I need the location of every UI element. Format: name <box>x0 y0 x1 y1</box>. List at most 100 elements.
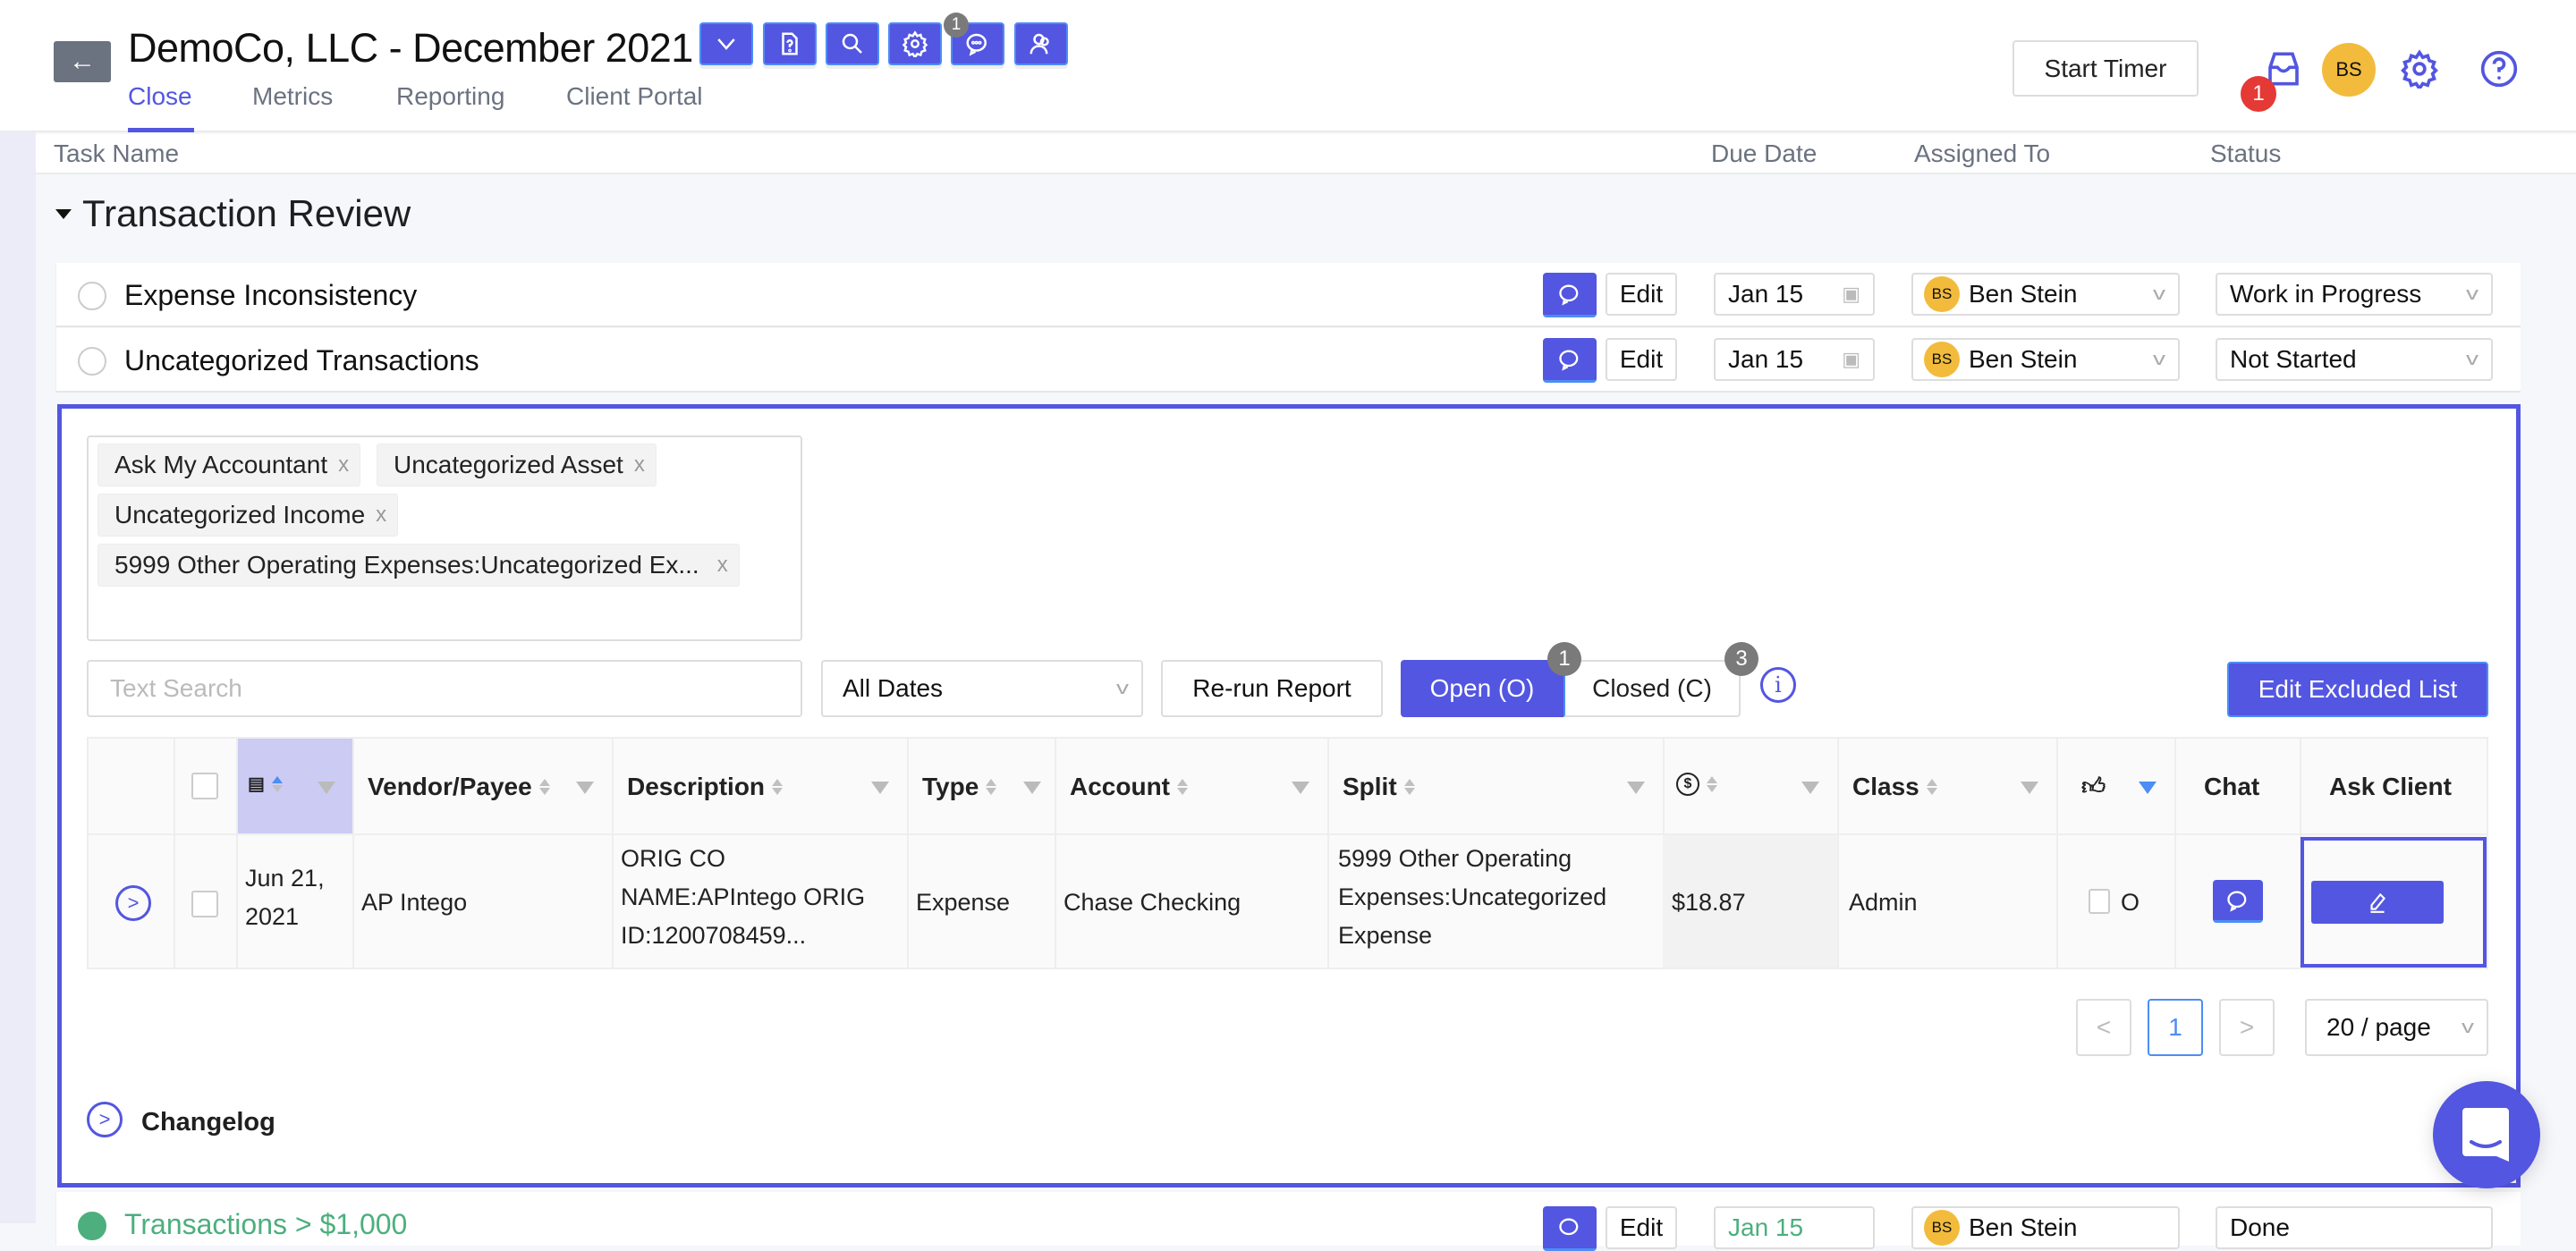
next-page-button[interactable]: > <box>2219 999 2275 1056</box>
prev-page-button[interactable]: < <box>2076 999 2131 1056</box>
back-button[interactable]: ← <box>54 41 111 82</box>
tab-client-portal[interactable]: Client Portal <box>566 82 703 111</box>
assignee-select[interactable]: BS Ben Stein <box>1911 1206 2180 1249</box>
row-checkbox[interactable] <box>191 891 218 917</box>
sidebar-strip <box>0 132 36 1223</box>
date-filter-select[interactable]: All Dates v <box>821 660 1143 717</box>
changelog-expand-icon[interactable]: > <box>87 1102 123 1137</box>
select-all-checkbox[interactable] <box>191 773 218 799</box>
gear-icon[interactable] <box>2400 49 2439 89</box>
task-name[interactable]: Uncategorized Transactions <box>124 344 479 377</box>
column-status: Status <box>2210 139 2282 167</box>
task-name[interactable]: Expense Inconsistency <box>124 279 417 312</box>
search-button[interactable] <box>826 22 879 65</box>
assignee-select[interactable]: BS Ben Stein v <box>1911 338 2180 381</box>
excluded-tag: 5999 Other Operating Expenses:Uncategori… <box>97 544 740 587</box>
task-row[interactable]: Uncategorized Transactions Edit Jan 15 ▣… <box>55 328 2521 393</box>
description-column-header[interactable]: Description <box>627 773 784 801</box>
due-date-picker[interactable]: Jan 15 ▣ <box>1714 273 1875 316</box>
chevron-down-icon: v <box>2462 1017 2474 1037</box>
task-row[interactable]: Transactions > $1,000 Edit Jan 15 BS Ben… <box>55 1192 2521 1251</box>
start-timer-button[interactable]: Start Timer <box>2012 40 2199 97</box>
assignee-avatar: BS <box>1924 1210 1960 1246</box>
search-icon <box>842 33 862 54</box>
user-avatar[interactable]: BS <box>2322 43 2376 97</box>
chevron-down-icon <box>717 38 735 50</box>
due-date-picker[interactable]: Jan 15 <box>1714 1206 1875 1249</box>
expand-row-button[interactable]: > <box>115 885 151 921</box>
status-select[interactable]: Not Started v <box>2216 338 2493 381</box>
task-edit-button[interactable]: Edit <box>1606 273 1677 316</box>
tab-close[interactable]: Close <box>128 82 192 111</box>
filter-icon-active[interactable] <box>2139 782 2157 794</box>
help-icon[interactable] <box>2479 49 2519 89</box>
sort-icon[interactable] <box>271 775 283 792</box>
task-chat-button[interactable] <box>1543 1206 1597 1251</box>
task-complete-radio[interactable] <box>78 347 106 376</box>
class-column-header[interactable]: Class <box>1852 773 1937 801</box>
row-chat-button[interactable] <box>2213 880 2263 923</box>
assignee-select[interactable]: BS Ben Stein v <box>1911 273 2180 316</box>
task-name[interactable]: Transactions > $1,000 <box>124 1208 407 1241</box>
closed-count-badge: 3 <box>1724 642 1758 676</box>
section-header[interactable]: Transaction Review <box>55 192 411 235</box>
task-chat-button[interactable] <box>1543 338 1597 383</box>
filter-icon[interactable] <box>576 782 594 794</box>
status-value: Work in Progress <box>2230 280 2422 308</box>
remove-tag-icon[interactable]: x <box>634 452 645 478</box>
status-select[interactable]: Done <box>2216 1206 2493 1249</box>
settings-button[interactable] <box>888 22 942 65</box>
due-date-picker[interactable]: Jan 15 ▣ <box>1714 338 1875 381</box>
excluded-accounts-select[interactable]: Ask My Accountant x Uncategorized Asset x … <box>87 435 802 641</box>
remove-tag-icon[interactable]: x <box>717 553 728 578</box>
status-value: Not Started <box>2230 345 2357 373</box>
filter-icon[interactable] <box>871 782 889 794</box>
date-column-header[interactable]: ▤ <box>248 773 283 795</box>
approve-column-header[interactable]: 👍︎ <box>2081 773 2106 800</box>
filter-icon[interactable] <box>1627 782 1645 794</box>
vendor-column-header[interactable]: Vendor/Payee <box>368 773 550 801</box>
task-row[interactable]: Expense Inconsistency Edit Jan 15 ▣ BS B… <box>55 263 2521 327</box>
account-column-header[interactable]: Account <box>1070 773 1188 801</box>
changelog-label[interactable]: Changelog <box>141 1108 275 1137</box>
info-icon[interactable]: i <box>1760 667 1796 703</box>
calendar-icon: ▣ <box>1842 283 1860 305</box>
amount-column-header[interactable]: $ <box>1676 773 1717 796</box>
rerun-report-button[interactable]: Re-run Report <box>1161 660 1383 717</box>
task-complete-radio[interactable] <box>78 282 106 310</box>
filter-icon[interactable] <box>1801 782 1819 794</box>
closed-filter-button[interactable]: Closed (C) <box>1563 660 1741 717</box>
users-button[interactable] <box>1014 22 1068 65</box>
approve-checkbox[interactable] <box>2089 889 2110 914</box>
type-column-header[interactable]: Type <box>922 773 997 801</box>
transactions-table: ▤ Vendor/Payee Description Type Account … <box>87 737 2488 969</box>
filter-icon[interactable] <box>1292 782 1309 794</box>
filter-icon[interactable] <box>318 782 335 794</box>
task-complete-radio[interactable] <box>78 1212 106 1240</box>
collapse-button[interactable] <box>699 22 753 65</box>
filter-icon[interactable] <box>2021 782 2038 794</box>
split-cell: 5999 Other Operating Expenses:Uncategori… <box>1338 845 1607 949</box>
edit-excluded-list-button[interactable]: Edit Excluded List <box>2227 662 2488 717</box>
support-chat-launcher[interactable] <box>2433 1081 2540 1188</box>
page-1-button[interactable]: 1 <box>2148 999 2203 1056</box>
status-select[interactable]: Work in Progress v <box>2216 273 2493 316</box>
split-column-header[interactable]: Split <box>1343 773 1415 801</box>
filter-icon[interactable] <box>1023 782 1041 794</box>
open-count-badge: 1 <box>1547 642 1581 676</box>
remove-tag-icon[interactable]: x <box>376 503 386 528</box>
page-size-select[interactable]: 20 / page v <box>2305 999 2488 1056</box>
tab-metrics[interactable]: Metrics <box>252 82 333 111</box>
sort-icon <box>1926 779 1937 795</box>
document-help-button[interactable] <box>763 22 817 65</box>
date-filter-value: All Dates <box>843 674 944 702</box>
remove-tag-icon[interactable]: x <box>338 452 349 478</box>
task-edit-button[interactable]: Edit <box>1606 1206 1677 1249</box>
task-chat-button[interactable] <box>1543 273 1597 317</box>
chat-icon <box>1559 284 1579 306</box>
task-edit-button[interactable]: Edit <box>1606 338 1677 381</box>
text-search-input[interactable]: Text Search <box>87 660 802 717</box>
ask-client-button[interactable] <box>2311 881 2444 924</box>
open-filter-button[interactable]: Open (O) <box>1401 660 1563 717</box>
tab-reporting[interactable]: Reporting <box>396 82 504 111</box>
